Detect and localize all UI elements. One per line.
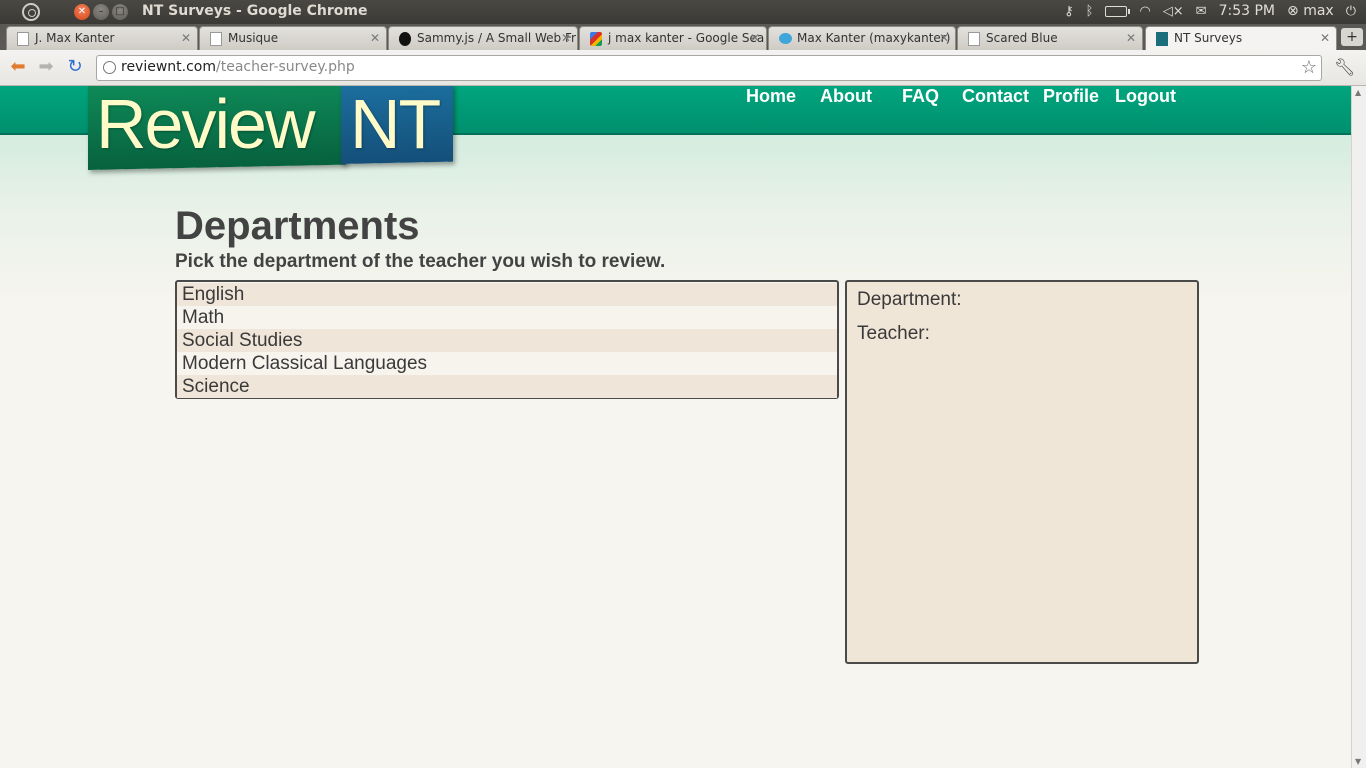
system-tray: ⚷ ᛒ ◠ ◁× ✉ 7:53 PM ⊗ max ⏻ <box>1064 3 1356 19</box>
power-icon[interactable]: ⏻ <box>1346 4 1356 19</box>
department-item-modern-classical-languages[interactable]: Modern Classical Languages <box>177 352 837 375</box>
department-item-science[interactable]: Science <box>177 375 837 398</box>
page-viewport: Review NT Home About FAQ Contact Profile… <box>0 86 1351 768</box>
tab-google-search[interactable]: j max kanter - Google Sea ✕ <box>579 26 767 50</box>
close-icon[interactable]: ✕ <box>181 31 191 45</box>
nav-faq[interactable]: FAQ <box>902 86 939 107</box>
google-icon <box>590 32 602 46</box>
nt-icon <box>1156 32 1168 46</box>
tab-label: Scared Blue <box>986 31 1058 45</box>
tab-label: Musique <box>228 31 279 45</box>
tab-j-max-kanter[interactable]: J. Max Kanter ✕ <box>6 26 198 50</box>
globe-icon <box>103 61 116 74</box>
clock[interactable]: 7:53 PM <box>1219 3 1275 19</box>
department-list: English Math Social Studies Modern Class… <box>175 280 839 399</box>
logo-text-nt: NT <box>350 86 441 163</box>
close-icon[interactable]: ✕ <box>1126 31 1136 45</box>
nav-logout[interactable]: Logout <box>1115 86 1176 107</box>
sammy-icon <box>399 32 411 46</box>
department-item-english[interactable]: English <box>177 283 837 306</box>
wifi-icon[interactable]: ◠ <box>1139 4 1150 19</box>
department-item-social-studies[interactable]: Social Studies <box>177 329 837 352</box>
nav-profile[interactable]: Profile <box>1043 86 1099 107</box>
new-tab-button[interactable]: + <box>1341 28 1363 46</box>
tab-label: J. Max Kanter <box>35 31 115 45</box>
nav-home[interactable]: Home <box>746 86 796 107</box>
twitter-icon <box>779 33 792 44</box>
reload-icon[interactable]: ↻ <box>63 56 87 78</box>
close-icon[interactable]: ✕ <box>1320 31 1330 45</box>
window-controls: ✕ – □ <box>74 4 128 20</box>
tab-label: j max kanter - Google Sea <box>608 31 765 45</box>
window-minimize-icon[interactable]: – <box>93 4 109 20</box>
ubuntu-logo-icon[interactable] <box>22 3 40 21</box>
tab-label: NT Surveys <box>1174 31 1243 45</box>
page-icon <box>968 32 980 46</box>
volume-muted-icon[interactable]: ◁× <box>1163 4 1184 19</box>
nav-about[interactable]: About <box>820 86 872 107</box>
url-host: reviewnt.com <box>121 59 217 75</box>
department-label: Department: <box>857 289 962 310</box>
department-item-math[interactable]: Math <box>177 306 837 329</box>
close-icon[interactable]: ✕ <box>561 31 571 45</box>
logo-text-review: Review <box>96 86 316 163</box>
tab-musique[interactable]: Musique ✕ <box>199 26 387 50</box>
tab-label: Max Kanter (maxykanter) <box>797 31 951 45</box>
os-top-panel: ✕ – □ NT Surveys - Google Chrome ⚷ ᛒ ◠ ◁… <box>0 0 1366 24</box>
nav-contact[interactable]: Contact <box>962 86 1029 107</box>
mail-icon[interactable]: ✉ <box>1196 4 1207 19</box>
bluetooth-icon[interactable]: ᛒ <box>1086 4 1094 19</box>
wrench-icon[interactable]: 🔧︎ <box>1334 58 1356 78</box>
window-title: NT Surveys - Google Chrome <box>142 3 368 19</box>
page-icon <box>17 32 29 46</box>
key-icon[interactable]: ⚷ <box>1064 4 1074 19</box>
tab-twitter[interactable]: Max Kanter (maxykanter) ✕ <box>768 26 956 50</box>
teacher-label: Teacher: <box>857 323 930 344</box>
scroll-up-icon[interactable]: ▲ <box>1355 88 1361 97</box>
close-icon[interactable]: ✕ <box>750 31 760 45</box>
user-status-icon: ⊗ <box>1287 3 1299 19</box>
window-maximize-icon[interactable]: □ <box>112 4 128 20</box>
battery-icon[interactable] <box>1105 5 1131 17</box>
tab-label: Sammy.js / A Small Web Fr <box>417 31 576 45</box>
tab-sammy[interactable]: Sammy.js / A Small Web Fr ✕ <box>388 26 578 50</box>
user-menu[interactable]: ⊗ max <box>1287 3 1334 19</box>
window-close-icon[interactable]: ✕ <box>74 4 90 20</box>
selection-info-panel: Department: Teacher: <box>845 280 1199 664</box>
scroll-down-icon[interactable]: ▼ <box>1355 757 1361 766</box>
tab-strip: J. Max Kanter ✕ Musique ✕ Sammy.js / A S… <box>0 24 1366 51</box>
tab-nt-surveys[interactable]: NT Surveys ✕ <box>1145 26 1337 51</box>
page-icon <box>210 32 222 46</box>
address-bar[interactable]: reviewnt.com/teacher-survey.php ☆ <box>96 55 1322 81</box>
browser-toolbar: ⬅ ➡ ↻ reviewnt.com/teacher-survey.php ☆ … <box>0 50 1366 86</box>
back-arrow-icon[interactable]: ⬅ <box>6 56 30 78</box>
forward-arrow-icon[interactable]: ➡ <box>34 56 58 78</box>
page-title: Departments <box>175 204 420 248</box>
close-icon[interactable]: ✕ <box>370 31 380 45</box>
close-icon[interactable]: ✕ <box>939 31 949 45</box>
url-path: /teacher-survey.php <box>216 59 355 75</box>
tab-scared-blue[interactable]: Scared Blue ✕ <box>957 26 1143 50</box>
bookmark-star-icon[interactable]: ☆ <box>1301 57 1317 78</box>
user-name: max <box>1303 3 1334 19</box>
page-subtitle: Pick the department of the teacher you w… <box>175 251 666 272</box>
vertical-scrollbar[interactable]: ▲ ▼ <box>1351 86 1366 768</box>
